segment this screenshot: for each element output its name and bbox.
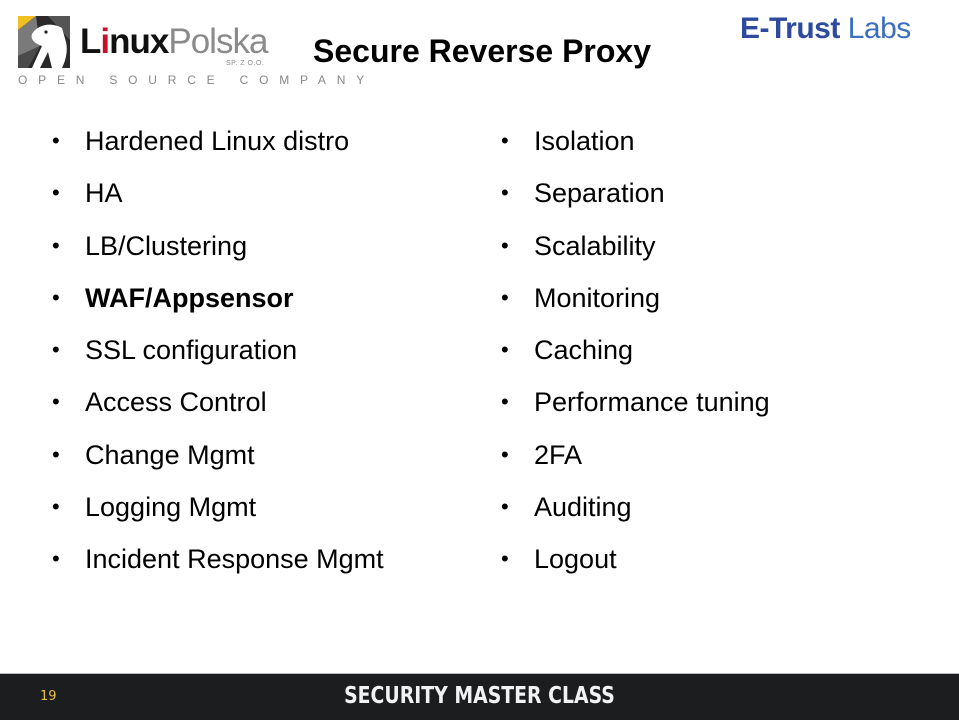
bullet-icon: • (501, 389, 509, 415)
list-item-text: Access Control (85, 387, 267, 418)
list-item-text: Monitoring (534, 282, 661, 313)
bullet-icon: • (52, 180, 60, 206)
logo-tagline: OPEN SOURCE COMPANY (18, 73, 375, 87)
etrust-labs-logo: E-Trust Labs (740, 12, 911, 46)
bullet-icon: • (501, 441, 509, 467)
list-item-text: Incident Response Mgmt (85, 544, 384, 575)
footer-brand: SECURITY MASTER CLASS (344, 683, 615, 709)
bullet-icon: • (501, 180, 509, 206)
list-item-text: Caching (534, 335, 634, 366)
bullet-icon: • (52, 389, 60, 415)
bullet-icon: • (501, 284, 509, 310)
page-number: 19 (40, 689, 57, 704)
polska-text: Polska (168, 22, 268, 61)
list-item-text: Logging Mgmt (85, 492, 257, 523)
list-item-text: Change Mgmt (85, 439, 255, 470)
list-item-text: Auditing (534, 492, 632, 523)
bullet-icon: • (52, 494, 60, 520)
list-item-text: 2FA (534, 439, 583, 470)
bullet-icon: • (501, 494, 509, 520)
list-item-text: Isolation (534, 126, 635, 156)
bullet-icon: • (52, 441, 60, 467)
bullet-icon: • (501, 232, 509, 258)
eagle-logo-icon (18, 16, 70, 68)
list-item-text: Performance tuning (534, 387, 770, 418)
linux-i-accent: i (100, 22, 110, 61)
bullet-icon: • (501, 546, 509, 572)
labs-text: Labs (847, 12, 912, 45)
bullet-icon: • (52, 128, 60, 153)
linuxpolska-logo: LinuxPolska SP. Z O.O. OPEN SOURCE COMPA… (16, 14, 364, 90)
list-item-text: SSL configuration (85, 335, 298, 366)
list-item-text: HA (85, 178, 123, 209)
footer-bar: 19 SECURITY MASTER CLASS (0, 673, 959, 720)
list-item-text: Logout (534, 544, 617, 575)
list-item-text: Hardened Linux distro (85, 126, 350, 156)
slide-title: Secure Reverse Proxy (313, 33, 651, 69)
list-item-text: Separation (534, 178, 665, 209)
bullet-icon: • (52, 284, 60, 310)
bullet-icon: • (501, 337, 509, 363)
linuxpolska-wordmark: LinuxPolska (80, 22, 268, 61)
company-suffix: SP. Z O.O. (226, 60, 265, 67)
linux-label: Linux (80, 22, 169, 61)
list-item-text: LB/Clustering (85, 230, 248, 261)
bullet-icon: • (52, 337, 60, 363)
bullet-icon: • (52, 232, 60, 258)
bullet-icon: • (52, 546, 60, 572)
etrust-text: E-Trust (740, 12, 840, 45)
linux-text: Linux (80, 22, 169, 61)
list-item-text: Scalability (534, 230, 656, 261)
list-item-text: WAF/Appsensor (85, 282, 294, 313)
bullet-icon: • (501, 128, 509, 153)
